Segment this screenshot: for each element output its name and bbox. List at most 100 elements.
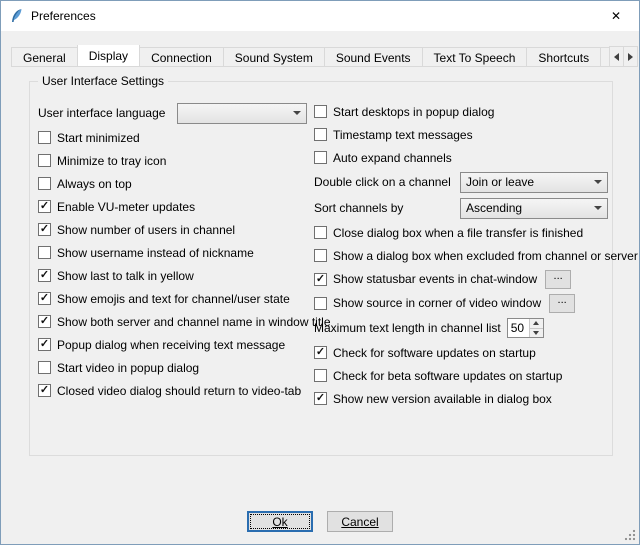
- checkbox[interactable]: [38, 361, 51, 374]
- double-click-row: Double click on a channel Join or leave: [314, 169, 608, 195]
- language-row: User interface language: [38, 100, 310, 126]
- tab-scroll-right-button[interactable]: [623, 46, 638, 67]
- checkbox-label: Show source in corner of video window: [333, 296, 541, 310]
- checkbox-popup-on-text-message[interactable]: ✓ Popup dialog when receiving text messa…: [38, 333, 310, 356]
- chevron-down-icon: [293, 111, 301, 115]
- left-column: User interface language Start minimized …: [38, 100, 310, 402]
- checkbox-label: Popup dialog when receiving text message: [57, 338, 285, 352]
- double-click-select[interactable]: Join or leave: [460, 172, 608, 193]
- spinner-down-button[interactable]: [530, 329, 543, 338]
- checkbox-always-on-top[interactable]: Always on top: [38, 172, 310, 195]
- checkbox[interactable]: ✓: [38, 315, 51, 328]
- tab-scroll-left-button[interactable]: [609, 46, 624, 67]
- checkbox-emojis-and-text[interactable]: ✓ Show emojis and text for channel/user …: [38, 287, 310, 310]
- tab-sound-system[interactable]: Sound System: [223, 47, 325, 67]
- spinner-up-button[interactable]: [530, 319, 543, 329]
- checkbox-server-channel-in-title[interactable]: ✓ Show both server and channel name in w…: [38, 310, 310, 333]
- checkbox-video-popup-dialog[interactable]: Start video in popup dialog: [38, 356, 310, 379]
- checkbox-label: Start video in popup dialog: [57, 361, 199, 375]
- spinner-value[interactable]: 50: [508, 319, 529, 337]
- checkbox-label: Minimize to tray icon: [57, 154, 166, 168]
- checkbox[interactable]: ✓: [38, 384, 51, 397]
- tab-shortcuts[interactable]: Shortcuts: [526, 47, 601, 67]
- video-source-more-button[interactable]: ...: [549, 294, 575, 313]
- ok-button[interactable]: Ok: [247, 511, 313, 532]
- checkbox[interactable]: [314, 151, 327, 164]
- checkbox-username-instead-nickname[interactable]: Show username instead of nickname: [38, 241, 310, 264]
- cancel-button[interactable]: Cancel: [327, 511, 393, 532]
- checkbox[interactable]: ✓: [38, 200, 51, 213]
- statusbar-events-more-button[interactable]: ...: [545, 270, 571, 289]
- checkbox-label: Show a dialog box when excluded from cha…: [333, 249, 638, 263]
- close-icon: ✕: [611, 9, 621, 23]
- checkbox[interactable]: ✓: [314, 346, 327, 359]
- checkbox-timestamp-messages[interactable]: Timestamp text messages: [314, 123, 608, 146]
- chevron-down-icon: [594, 206, 602, 210]
- checkbox-last-to-talk-yellow[interactable]: ✓ Show last to talk in yellow: [38, 264, 310, 287]
- checkbox-label: Check for beta software updates on start…: [333, 369, 562, 383]
- checkbox[interactable]: ✓: [38, 338, 51, 351]
- tab-connection[interactable]: Connection: [139, 47, 224, 67]
- checkbox-close-on-transfer-finished[interactable]: Close dialog box when a file transfer is…: [314, 221, 608, 244]
- checkbox[interactable]: [314, 226, 327, 239]
- checkbox[interactable]: ✓: [38, 269, 51, 282]
- max-text-length-row: Maximum text length in channel list 50: [314, 315, 608, 341]
- tab-label: Display: [89, 49, 128, 63]
- checkbox[interactable]: [314, 369, 327, 382]
- checkbox-label: Enable VU-meter updates: [57, 200, 195, 214]
- tab-text-to-speech[interactable]: Text To Speech: [422, 47, 528, 67]
- checkbox-auto-expand-channels[interactable]: Auto expand channels: [314, 146, 608, 169]
- checkbox-minimize-to-tray[interactable]: Minimize to tray icon: [38, 149, 310, 172]
- checkbox[interactable]: [314, 249, 327, 262]
- tab-scroll-buttons: [610, 46, 638, 67]
- checkbox[interactable]: [314, 128, 327, 141]
- tab-bar: General Display Connection Sound System …: [11, 45, 631, 67]
- checkbox[interactable]: ✓: [314, 392, 327, 405]
- tab-sound-events[interactable]: Sound Events: [324, 47, 423, 67]
- checkbox[interactable]: [314, 105, 327, 118]
- checkbox[interactable]: ✓: [314, 273, 327, 286]
- checkbox-closed-video-return-tab[interactable]: ✓ Closed video dialog should return to v…: [38, 379, 310, 402]
- combo-value: Ascending: [466, 201, 589, 215]
- tab-label: Sound Events: [336, 51, 411, 65]
- checkbox[interactable]: ✓: [38, 292, 51, 305]
- tab-general[interactable]: General: [11, 47, 78, 67]
- tab-display[interactable]: Display: [77, 45, 140, 67]
- checkbox-label: Always on top: [57, 177, 132, 191]
- checkbox-vu-meter-updates[interactable]: ✓ Enable VU-meter updates: [38, 195, 310, 218]
- checkbox-dialog-when-excluded[interactable]: Show a dialog box when excluded from cha…: [314, 244, 608, 267]
- cancel-button-label: Cancel: [341, 515, 378, 529]
- language-label: User interface language: [38, 106, 177, 120]
- tab-label: Text To Speech: [434, 51, 516, 65]
- sort-channels-select[interactable]: Ascending: [460, 198, 608, 219]
- checkbox[interactable]: [38, 154, 51, 167]
- checkbox[interactable]: [314, 297, 327, 310]
- max-text-length-label: Maximum text length in channel list: [314, 321, 501, 335]
- checkbox-new-version-dialog[interactable]: ✓ Show new version available in dialog b…: [314, 387, 608, 410]
- language-select[interactable]: [177, 103, 307, 124]
- arrow-right-icon: [628, 53, 633, 61]
- checkbox[interactable]: ✓: [38, 223, 51, 236]
- checkbox-desktops-popup[interactable]: Start desktops in popup dialog: [314, 100, 608, 123]
- checkbox-label: Show username instead of nickname: [57, 246, 254, 260]
- checkbox-label: Show both server and channel name in win…: [57, 315, 331, 329]
- checkbox-label: Start desktops in popup dialog: [333, 105, 494, 119]
- arrow-up-icon: [533, 321, 539, 325]
- checkbox[interactable]: [38, 246, 51, 259]
- checkbox-label: Timestamp text messages: [333, 128, 473, 142]
- checkbox-check-updates-startup[interactable]: ✓ Check for software updates on startup: [314, 341, 608, 364]
- app-feather-icon[interactable]: [9, 8, 25, 24]
- right-column: Start desktops in popup dialog Timestamp…: [314, 100, 608, 410]
- checkbox[interactable]: [38, 177, 51, 190]
- checkbox-show-user-count[interactable]: ✓ Show number of users in channel: [38, 218, 310, 241]
- checkbox-label: Show emojis and text for channel/user st…: [57, 292, 290, 306]
- tab-label: Sound System: [235, 51, 313, 65]
- checkbox-statusbar-events[interactable]: ✓ Show statusbar events in chat-window .…: [314, 267, 608, 291]
- checkbox-label: Auto expand channels: [333, 151, 452, 165]
- close-button[interactable]: ✕: [593, 1, 639, 31]
- resize-grip[interactable]: [623, 528, 636, 541]
- checkbox-video-source-corner[interactable]: Show source in corner of video window ..…: [314, 291, 608, 315]
- checkbox-check-beta-updates[interactable]: Check for beta software updates on start…: [314, 364, 608, 387]
- checkbox-start-minimized[interactable]: Start minimized: [38, 126, 310, 149]
- checkbox[interactable]: [38, 131, 51, 144]
